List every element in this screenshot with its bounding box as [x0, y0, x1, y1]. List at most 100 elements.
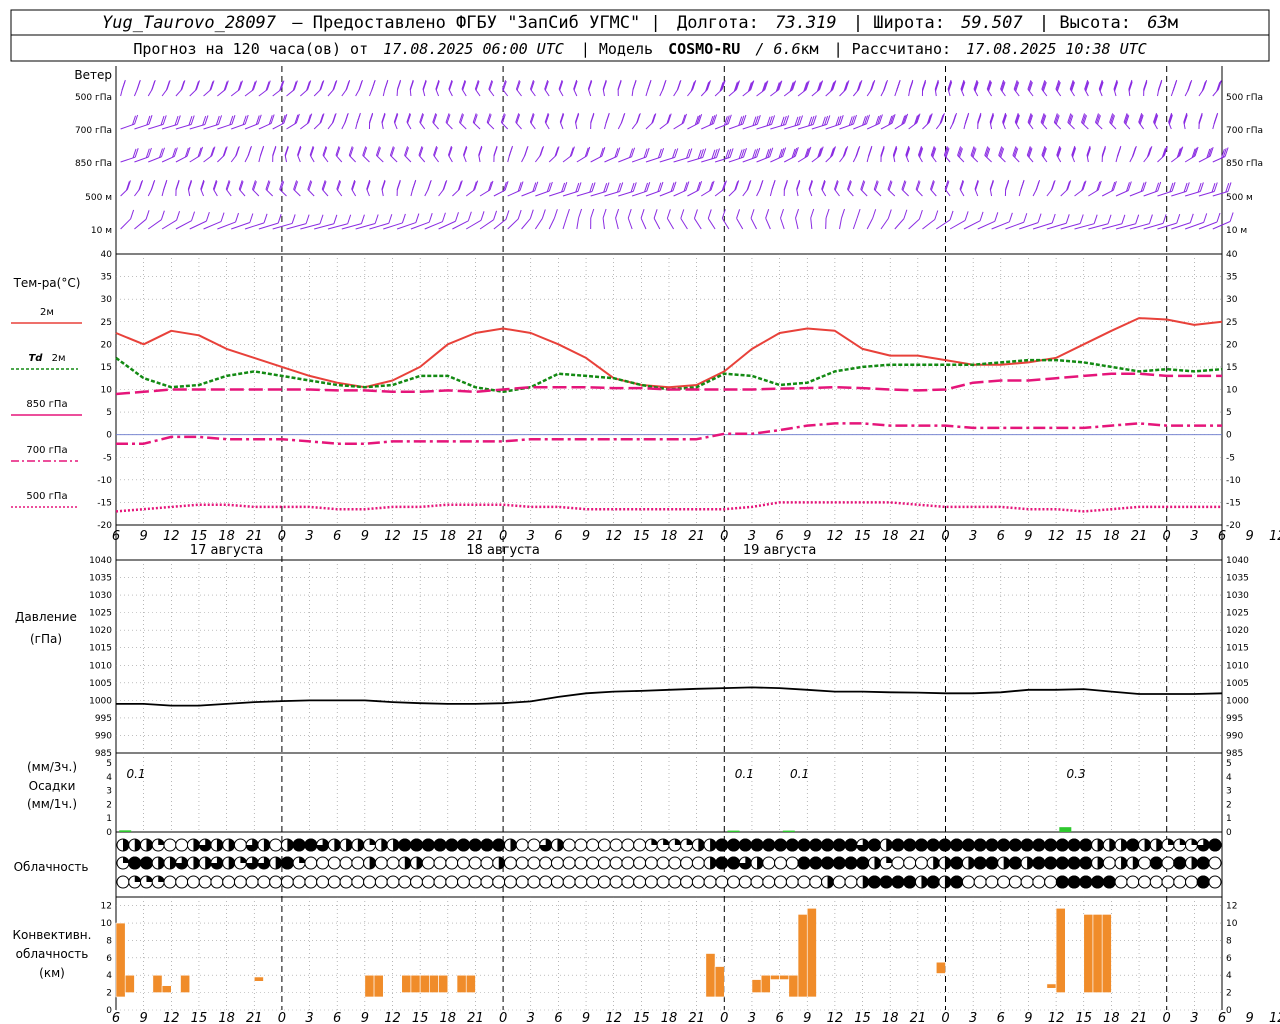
wind-barb-flag: [136, 80, 141, 91]
cloud-octa-fill: [334, 839, 341, 851]
wind-barb-flag: [1172, 81, 1177, 92]
wind-barb-flag: [810, 208, 815, 219]
wind-barb: [452, 189, 460, 197]
wind-barb-flag: [347, 214, 352, 224]
wind-barb: [534, 218, 543, 230]
wind-barb: [780, 217, 785, 230]
cloud-octa-fill: [903, 838, 917, 852]
wind-barb-flag: [1162, 214, 1167, 224]
wind-barb: [161, 188, 165, 197]
x-tick-label-bottom: 12: [384, 1011, 401, 1024]
cloud-octa-fill: [498, 857, 505, 869]
cloud-octa-fill: [263, 839, 270, 851]
x-tick-label-bottom: 0: [1163, 1011, 1171, 1024]
x-tick-label: 6: [997, 529, 1005, 544]
cloud-octa-fill: [1055, 856, 1069, 870]
cloud-octa-fill: [973, 838, 987, 852]
wind-barb: [1109, 122, 1117, 130]
wind-barb-flag: [249, 213, 254, 223]
cloud-octa-circle: [738, 875, 752, 889]
cloud-octa-fill: [663, 839, 670, 845]
cloud-octa-fill: [821, 838, 835, 852]
wind-barb-flag: [867, 147, 872, 158]
cloud-octa-circle: [480, 856, 494, 870]
precip-ytick-left: 0: [106, 828, 112, 838]
model-res-unit: км: [801, 40, 819, 58]
wind-barb: [355, 88, 360, 97]
conv-bar: [115, 922, 126, 998]
cloud-octa-fill: [421, 838, 435, 852]
cloud-octa-fill: [1067, 856, 1081, 870]
cloud-octa-fill: [727, 856, 741, 870]
precip-bar: [1059, 827, 1072, 832]
wind-barb: [680, 218, 688, 230]
cloud-octa-circle: [597, 838, 611, 852]
precip-unit1: (мм/1ч.): [27, 797, 77, 811]
cloud-octa-fill: [468, 838, 482, 852]
x-tick-label-bottom: 0: [278, 1011, 286, 1024]
legend-2m-label: 2м: [40, 307, 54, 318]
wind-barb: [742, 89, 752, 97]
wind-barb: [866, 218, 874, 230]
cloud-octa-circle: [774, 875, 788, 889]
cloud-octa-fill: [139, 856, 153, 870]
cloud-octa-fill: [433, 838, 447, 852]
wind-barb-flag: [480, 211, 485, 221]
precip-ytick-left: 5: [106, 759, 112, 769]
wind-barb: [640, 218, 647, 230]
x-tick-label-bottom: 0: [720, 1011, 728, 1024]
cloud-octa-fill: [1091, 875, 1105, 889]
conv-bar: [161, 985, 172, 993]
cloud-octa-fill: [968, 857, 975, 869]
wind-barb-flag: [263, 213, 268, 224]
x-tick-label: 6: [1218, 529, 1226, 544]
x-tick-label: 15: [633, 529, 650, 544]
cloud-octa-circle: [445, 875, 459, 889]
cloud-octa-circle: [691, 856, 705, 870]
pressure-ytick-left: 1030: [89, 591, 112, 601]
temp-ytick-right: 40: [1226, 250, 1238, 260]
cloud-octa-fill: [933, 857, 940, 869]
pressure-ytick-right: 1025: [1226, 609, 1249, 619]
wind-barb: [465, 219, 482, 230]
pressure-ytick-right: 1035: [1226, 574, 1249, 584]
wind-barb-flag: [1131, 148, 1136, 158]
cloud-octa-circle: [961, 875, 975, 889]
wind-barb: [479, 219, 494, 230]
x-tick-label: 18: [440, 529, 457, 544]
cloud-octa-fill: [398, 838, 412, 852]
precip-ytick-right: 2: [1226, 800, 1232, 810]
cloud-octa-circle: [351, 875, 365, 889]
cloud-octa-fill: [891, 875, 905, 889]
temp-title: Тем-ра(°С): [13, 276, 81, 290]
x-tick-label-bottom: 3: [305, 1011, 313, 1024]
x-tick-label: 3: [969, 529, 977, 544]
header-line1: Yug_Taurovo_28097 – Предоставлено ФГБУ "…: [102, 13, 1178, 33]
wind-barb-flag: [825, 208, 830, 219]
wind-barb-flag: [1035, 180, 1040, 191]
cloud-octa-circle: [269, 875, 283, 889]
day-label: 19 августа: [743, 543, 817, 558]
cloud-octa-circle: [515, 838, 529, 852]
cloud-octa-fill: [404, 857, 411, 869]
cloud-octa-circle: [198, 875, 212, 889]
wind-barb: [507, 218, 519, 230]
cloud-octa-circle: [175, 838, 189, 852]
cloud-octa-circle: [233, 875, 247, 889]
conv-bar: [1046, 983, 1057, 989]
wind-barb: [810, 217, 813, 230]
cloud-octa-fill: [879, 875, 893, 889]
cloud-octa-circle: [785, 856, 799, 870]
conv-ytick-right: 6: [1226, 954, 1232, 964]
cloud-octa-circle: [680, 856, 694, 870]
cloud-octa-circle: [1102, 856, 1116, 870]
x-tick-label: 6: [775, 529, 783, 544]
conv-bar: [1101, 914, 1112, 993]
x-tick-label: 15: [412, 529, 429, 544]
conv-bar: [438, 974, 449, 993]
wind-barb-flag: [1065, 214, 1070, 224]
conv-ytick-right: 12: [1226, 902, 1237, 912]
x-tick-label: 18: [218, 529, 235, 544]
wind-barb: [631, 156, 647, 163]
conv-ytick-right: 4: [1226, 971, 1232, 981]
